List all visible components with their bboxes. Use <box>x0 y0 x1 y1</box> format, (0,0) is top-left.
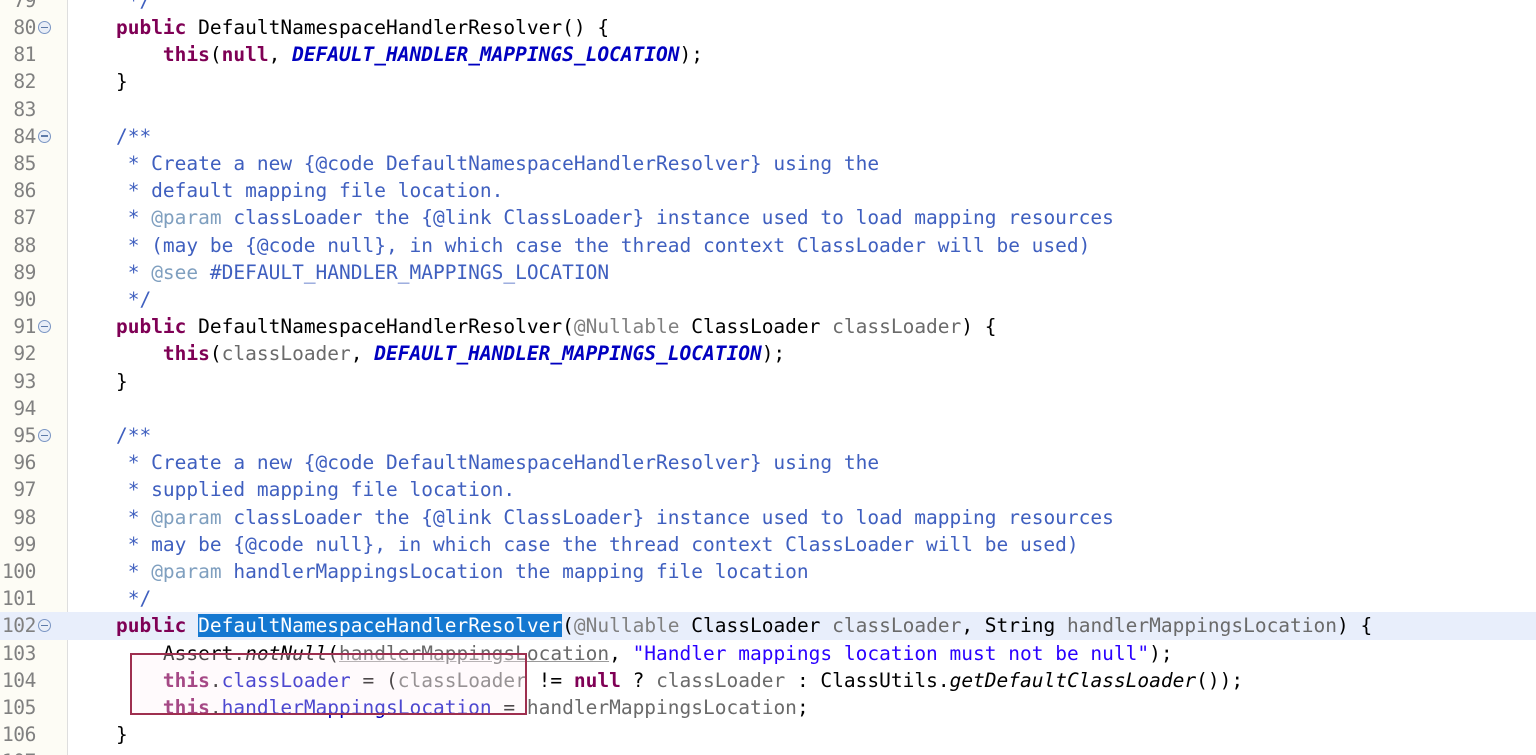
code-line[interactable]: 86 * default mapping file location. <box>0 177 1536 204</box>
line-number: 98 <box>13 505 36 529</box>
line-text: } <box>69 70 128 94</box>
code-line[interactable]: 104 this.classLoader = (classLoader != n… <box>0 667 1536 694</box>
code-line[interactable]: 94 <box>0 395 1536 422</box>
line-text: * Create a new {@code DefaultNamespaceHa… <box>69 152 880 175</box>
code-line[interactable]: 84 /** <box>0 123 1536 150</box>
line-number: 81 <box>13 43 36 67</box>
line-text: * @param classLoader the {@link ClassLoa… <box>69 505 1114 529</box>
line-number: 79 <box>13 0 36 12</box>
line-text: * supplied mapping file location. <box>69 478 516 502</box>
line-text: */ <box>69 288 152 311</box>
line-number: 87 <box>13 206 36 230</box>
line-number: 89 <box>13 260 36 284</box>
fold-collapse-icon[interactable] <box>38 21 51 34</box>
code-line[interactable]: 96 * Create a new {@code DefaultNamespac… <box>0 449 1536 476</box>
code-line[interactable]: 107 <box>0 748 1536 755</box>
line-number: 91 <box>13 315 36 339</box>
line-number: 105 <box>1 696 36 719</box>
fold-collapse-icon[interactable] <box>38 429 51 442</box>
fold-collapse-icon[interactable] <box>38 320 51 334</box>
code-line[interactable]: 105 this.handlerMappingsLocation = handl… <box>0 694 1536 721</box>
line-text: Assert.notNull(handlerMappingsLocation, … <box>69 641 1173 665</box>
java-source-editor[interactable]: 79 */ 80 public DefaultNamespaceHandlerR… <box>0 0 1536 755</box>
code-line[interactable]: 87 * @param classLoader the {@link Class… <box>0 204 1536 231</box>
line-text: * @see #DEFAULT_HANDLER_MAPPINGS_LOCATIO… <box>69 260 610 284</box>
line-number: 96 <box>13 451 36 475</box>
line-number: 92 <box>13 342 36 366</box>
line-text: public DefaultNamespaceHandlerResolver()… <box>115 16 610 39</box>
line-number: 104 <box>1 668 36 692</box>
line-number: 90 <box>13 288 36 311</box>
code-line[interactable]: 82 } <box>0 68 1536 95</box>
line-text: * default mapping file location. <box>69 179 504 203</box>
code-line[interactable]: 100 * @param handlerMappingsLocation the… <box>0 558 1536 585</box>
line-text: } <box>69 723 128 747</box>
line-number: 93 <box>13 369 36 393</box>
line-text: * may be {@code null}, in which case the… <box>69 532 1079 556</box>
code-line[interactable]: 103 Assert.notNull(handlerMappingsLocati… <box>0 640 1536 667</box>
fold-collapse-icon[interactable] <box>38 129 51 143</box>
line-text: */ <box>69 0 152 12</box>
code-content-area[interactable]: 79 */ 80 public DefaultNamespaceHandlerR… <box>0 0 1536 755</box>
line-number: 94 <box>13 396 36 420</box>
line-text: this.handlerMappingsLocation = handlerMa… <box>162 696 809 719</box>
line-text: } <box>69 369 128 393</box>
code-line[interactable]: 81 this(null, DEFAULT_HANDLER_MAPPINGS_L… <box>0 41 1536 68</box>
line-number: 106 <box>1 723 36 747</box>
line-text: /** <box>69 124 152 148</box>
code-line[interactable]: 99 * may be {@code null}, in which case … <box>0 531 1536 558</box>
line-number: 80 <box>13 16 36 39</box>
line-number: 97 <box>13 478 36 502</box>
line-number: 101 <box>1 587 36 611</box>
code-line[interactable]: 90 */ <box>0 286 1536 313</box>
line-text: this(null, DEFAULT_HANDLER_MAPPINGS_LOCA… <box>162 43 703 67</box>
code-line[interactable]: 88 * (may be {@code null}, in which case… <box>0 232 1536 259</box>
line-text: */ <box>69 587 152 611</box>
code-line[interactable]: 80 public DefaultNamespaceHandlerResolve… <box>0 14 1536 41</box>
line-text: * @param classLoader the {@link ClassLoa… <box>69 206 1114 230</box>
line-number: 103 <box>1 641 36 665</box>
line-text: public DefaultNamespaceHandlerResolver(@… <box>115 614 1373 638</box>
line-number: 86 <box>13 179 36 203</box>
code-line[interactable]: 101 */ <box>0 585 1536 612</box>
code-line[interactable]: 106 } <box>0 721 1536 748</box>
code-line[interactable]: 97 * supplied mapping file location. <box>0 476 1536 503</box>
line-number: 102 <box>1 614 36 638</box>
code-line[interactable]: 91 public DefaultNamespaceHandlerResolve… <box>0 313 1536 340</box>
line-text: /** <box>69 424 152 447</box>
code-line[interactable]: 95 /** <box>0 422 1536 449</box>
selected-text[interactable]: DefaultNamespaceHandlerResolver <box>198 614 563 638</box>
code-line[interactable]: 93 } <box>0 368 1536 395</box>
fold-collapse-icon[interactable] <box>38 619 51 633</box>
code-line[interactable]: 98 * @param classLoader the {@link Class… <box>0 504 1536 531</box>
line-number: 100 <box>1 560 36 583</box>
line-number: 99 <box>13 532 36 556</box>
line-number: 83 <box>13 97 36 121</box>
code-line[interactable]: 85 * Create a new {@code DefaultNamespac… <box>0 150 1536 177</box>
line-text: this.classLoader = (classLoader != null … <box>162 668 1244 692</box>
line-number: 82 <box>13 70 36 94</box>
line-text: * (may be {@code null}, in which case th… <box>69 233 1091 257</box>
code-line[interactable]: 89 * @see #DEFAULT_HANDLER_MAPPINGS_LOCA… <box>0 259 1536 286</box>
line-text: * Create a new {@code DefaultNamespaceHa… <box>69 451 880 475</box>
line-text: public DefaultNamespaceHandlerResolver(@… <box>115 315 997 339</box>
line-number: 95 <box>13 424 36 447</box>
code-line-current[interactable]: 102 public DefaultNamespaceHandlerResolv… <box>0 612 1536 640</box>
line-number: 85 <box>13 152 36 175</box>
line-text: this(classLoader, DEFAULT_HANDLER_MAPPIN… <box>162 342 786 366</box>
line-number: 88 <box>13 233 36 257</box>
code-line[interactable]: 92 this(classLoader, DEFAULT_HANDLER_MAP… <box>0 340 1536 367</box>
line-text: * @param handlerMappingsLocation the map… <box>69 560 809 583</box>
code-line[interactable]: 79 */ <box>0 0 1536 14</box>
code-line[interactable]: 83 <box>0 96 1536 123</box>
line-number: 84 <box>13 124 36 148</box>
line-number: 107 <box>0 748 36 755</box>
